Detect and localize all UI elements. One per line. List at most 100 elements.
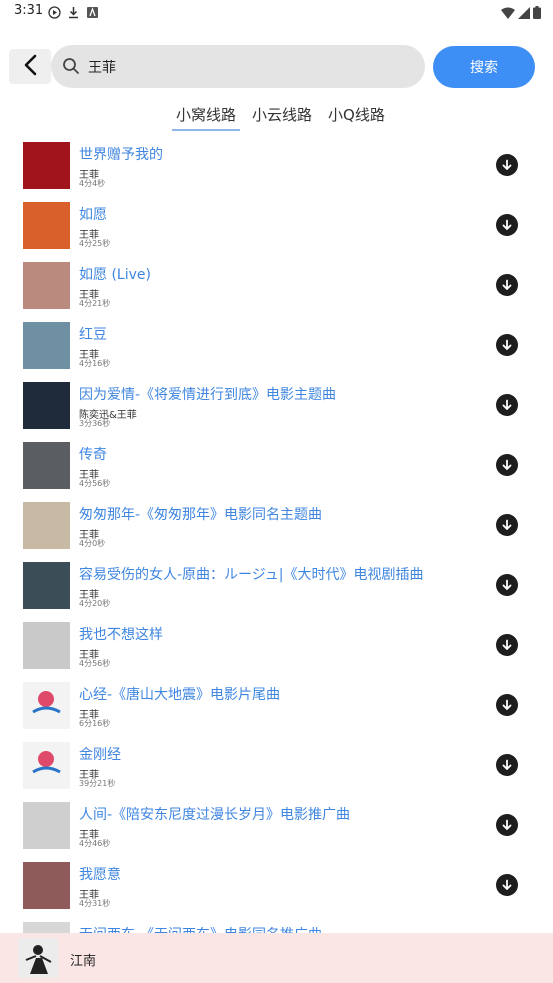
song-duration: 4分56秒	[79, 659, 111, 668]
source-tabs: 小窝线路 小云线路 小Q线路	[170, 100, 395, 131]
album-cover	[23, 502, 70, 549]
song-title[interactable]: 传奇	[79, 444, 107, 464]
app-notification-icon	[86, 4, 99, 18]
download-button[interactable]	[496, 154, 518, 176]
song-item[interactable]: 人间-《陪安东尼度过漫长岁月》电影推广曲 王菲 4分46秒	[0, 795, 553, 855]
song-duration: 4分46秒	[79, 839, 111, 848]
album-cover	[23, 622, 70, 669]
song-duration: 4分20秒	[79, 599, 111, 608]
status-time: 3:31	[14, 3, 44, 18]
song-duration: 4分31秒	[79, 899, 111, 908]
play-notification-icon	[48, 4, 61, 19]
search-box[interactable]	[51, 45, 425, 88]
album-cover	[23, 562, 70, 609]
notification-icons	[48, 4, 99, 19]
album-cover	[23, 382, 70, 429]
song-title[interactable]: 如愿	[79, 204, 107, 224]
download-button[interactable]	[496, 274, 518, 296]
song-duration: 4分56秒	[79, 479, 111, 488]
search-input[interactable]	[88, 45, 408, 88]
arrow-down-icon	[502, 459, 512, 470]
tab-xiaoyun[interactable]: 小云线路	[246, 100, 318, 131]
song-title[interactable]: 我愿意	[79, 864, 121, 884]
album-cover	[23, 442, 70, 489]
arrow-down-icon	[502, 219, 512, 230]
song-duration: 4分25秒	[79, 239, 111, 248]
song-item[interactable]: 传奇 王菲 4分56秒	[0, 435, 553, 495]
album-cover	[23, 262, 70, 309]
tab-xiaoq[interactable]: 小Q线路	[322, 100, 391, 131]
wifi-icon	[501, 4, 515, 23]
song-item[interactable]: 我也不想这样 王菲 4分56秒	[0, 615, 553, 675]
album-cover	[23, 202, 70, 249]
song-item[interactable]: 我愿意 王菲 4分31秒	[0, 855, 553, 915]
arrow-down-icon	[502, 879, 512, 890]
download-button[interactable]	[496, 634, 518, 656]
song-title[interactable]: 世界赠予我的	[79, 144, 163, 164]
album-cover	[23, 862, 70, 909]
download-notification-icon	[67, 4, 80, 19]
tab-xiaowo[interactable]: 小窝线路	[170, 100, 242, 131]
song-item[interactable]: 如愿 王菲 4分25秒	[0, 195, 553, 255]
song-title[interactable]: 红豆	[79, 324, 107, 344]
song-title[interactable]: 心经-《唐山大地震》电影片尾曲	[79, 684, 280, 704]
album-cover	[23, 322, 70, 369]
battery-icon	[533, 4, 541, 23]
system-icons	[501, 4, 541, 23]
download-button[interactable]	[496, 574, 518, 596]
arrow-down-icon	[502, 519, 512, 530]
player-song-title: 江南	[70, 954, 97, 969]
song-list: 世界赠予我的 王菲 4分4秒 如愿 王菲 4分25秒 如愿 (Live) 王菲 …	[0, 135, 553, 935]
arrow-down-icon	[502, 699, 512, 710]
signal-icon	[518, 4, 530, 23]
song-title[interactable]: 人间-《陪安东尼度过漫长岁月》电影推广曲	[79, 804, 350, 824]
song-item[interactable]: 金刚经 王菲 39分21秒	[0, 735, 553, 795]
album-cover	[23, 802, 70, 849]
download-button[interactable]	[496, 754, 518, 776]
arrow-down-icon	[502, 279, 512, 290]
arrow-down-icon	[502, 399, 512, 410]
song-title[interactable]: 如愿 (Live)	[79, 264, 151, 284]
download-button[interactable]	[496, 334, 518, 356]
song-item[interactable]: 因为爱情-《将爱情进行到底》电影主题曲 陈奕迅&王菲 3分36秒	[0, 375, 553, 435]
song-duration: 4分21秒	[79, 299, 111, 308]
song-item[interactable]: 如愿 (Live) 王菲 4分21秒	[0, 255, 553, 315]
song-item[interactable]: 无问西东-《无问西东》电影同名推广曲 王菲	[0, 915, 553, 935]
song-title[interactable]: 因为爱情-《将爱情进行到底》电影主题曲	[79, 384, 336, 404]
song-duration: 3分36秒	[79, 419, 111, 428]
arrow-down-icon	[502, 639, 512, 650]
song-duration: 4分0秒	[79, 539, 106, 548]
song-item[interactable]: 心经-《唐山大地震》电影片尾曲 王菲 6分16秒	[0, 675, 553, 735]
song-title[interactable]: 金刚经	[79, 744, 121, 764]
download-button[interactable]	[496, 514, 518, 536]
song-duration: 6分16秒	[79, 719, 111, 728]
arrow-down-icon	[502, 159, 512, 170]
download-button[interactable]	[496, 694, 518, 716]
player-cover[interactable]	[18, 938, 58, 978]
song-item[interactable]: 匆匆那年-《匆匆那年》电影同名主题曲 王菲 4分0秒	[0, 495, 553, 555]
chevron-left-icon	[22, 54, 38, 80]
download-button[interactable]	[496, 874, 518, 896]
status-bar: 3:31	[0, 0, 553, 24]
song-duration: 39分21秒	[79, 779, 116, 788]
back-button[interactable]	[9, 49, 51, 84]
album-cover	[23, 682, 70, 729]
search-button[interactable]: 搜索	[433, 46, 535, 88]
download-button[interactable]	[496, 214, 518, 236]
download-button[interactable]	[496, 454, 518, 476]
download-button[interactable]	[496, 394, 518, 416]
song-item[interactable]: 红豆 王菲 4分16秒	[0, 315, 553, 375]
download-button[interactable]	[496, 814, 518, 836]
search-icon	[62, 57, 80, 79]
song-duration: 4分16秒	[79, 359, 111, 368]
arrow-down-icon	[502, 579, 512, 590]
song-item[interactable]: 世界赠予我的 王菲 4分4秒	[0, 135, 553, 195]
song-title[interactable]: 容易受伤的女人-原曲：ルージュ|《大时代》电视剧插曲	[79, 564, 424, 584]
album-cover	[23, 742, 70, 789]
mini-player[interactable]: 江南	[0, 933, 553, 983]
arrow-down-icon	[502, 759, 512, 770]
song-title[interactable]: 匆匆那年-《匆匆那年》电影同名主题曲	[79, 504, 322, 524]
song-item[interactable]: 容易受伤的女人-原曲：ルージュ|《大时代》电视剧插曲 王菲 4分20秒	[0, 555, 553, 615]
arrow-down-icon	[502, 339, 512, 350]
song-title[interactable]: 我也不想这样	[79, 624, 163, 644]
